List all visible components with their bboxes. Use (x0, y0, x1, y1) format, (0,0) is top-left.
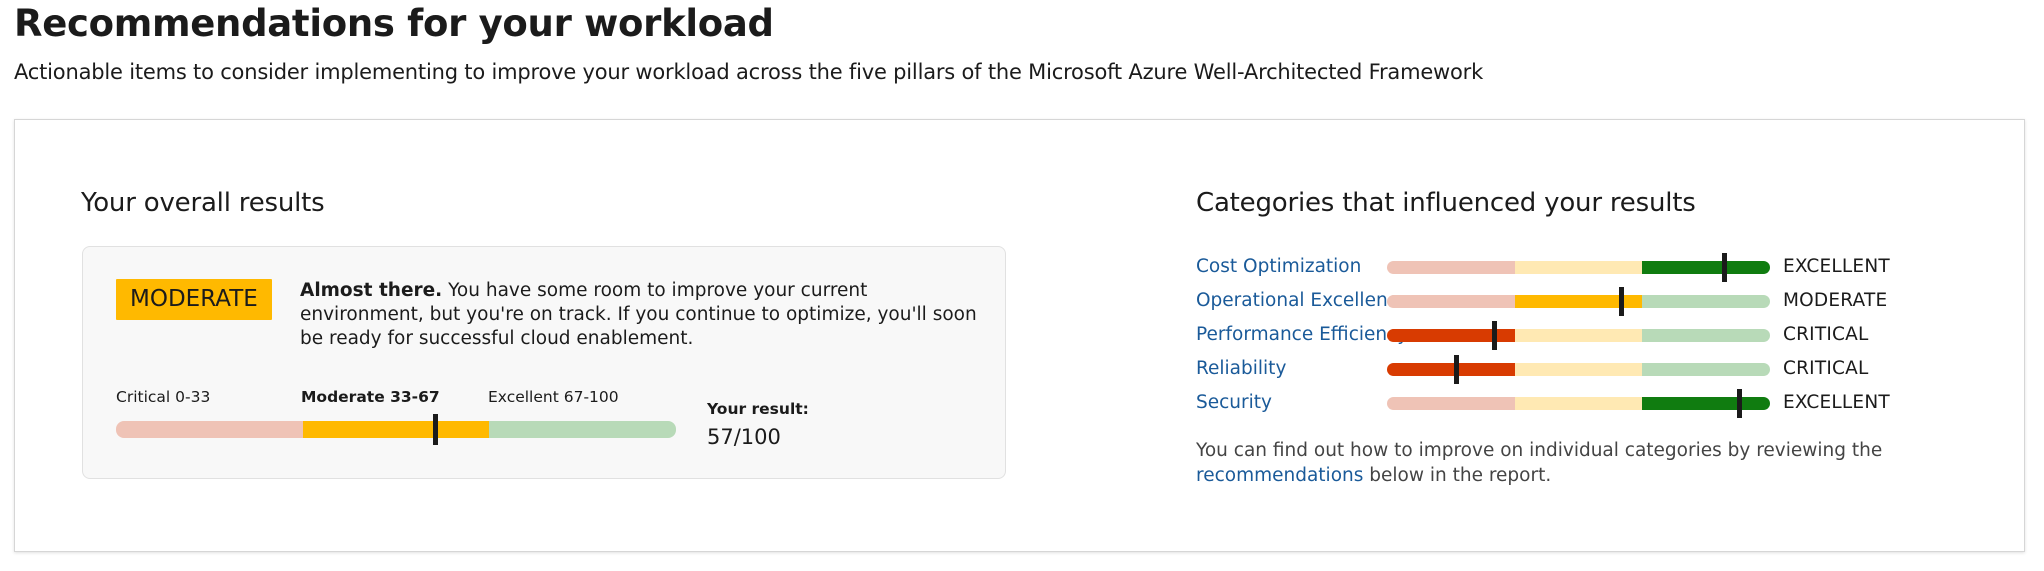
results-card: Your overall results MODERATE Almost the… (14, 119, 2025, 552)
category-row-reliability: Reliability CRITICAL (1196, 352, 1896, 386)
summary-bold-text: Almost there. (300, 280, 443, 301)
category-bar (1387, 295, 1770, 308)
page-title: Recommendations for your workload (14, 2, 774, 45)
overall-results-title: Your overall results (81, 188, 325, 218)
range-label-excellent: Excellent 67-100 (488, 388, 619, 406)
score-bar-critical-segment (116, 421, 303, 438)
footnote-text-after: below in the report. (1363, 465, 1552, 486)
category-level: MODERATE (1783, 290, 1888, 311)
category-bar-excellent-segment (1642, 295, 1770, 308)
category-bar-excellent-segment (1642, 363, 1770, 376)
category-level: CRITICAL (1783, 324, 1869, 345)
category-bar-moderate-segment (1514, 329, 1643, 342)
category-marker (1453, 355, 1459, 384)
category-bar-critical-segment (1387, 295, 1515, 308)
category-bar (1387, 363, 1770, 376)
category-link-performance-efficiency[interactable]: Performance Efficiency (1196, 322, 1408, 348)
category-row-cost-optimization: Cost Optimization EXCELLENT (1196, 250, 1896, 284)
category-bar (1387, 261, 1770, 274)
category-bar-excellent-segment (1642, 397, 1770, 410)
categories-title: Categories that influenced your results (1196, 188, 1696, 218)
your-result-value: 57/100 (707, 425, 781, 449)
category-marker (1737, 389, 1743, 418)
score-bar-moderate-segment (302, 421, 490, 438)
category-bar-critical-segment (1387, 363, 1515, 376)
category-level: EXCELLENT (1783, 256, 1890, 277)
page-subtitle: Actionable items to consider implementin… (14, 60, 1484, 84)
category-row-security: Security EXCELLENT (1196, 386, 1896, 420)
category-bar-moderate-segment (1514, 397, 1643, 410)
category-bar-critical-segment (1387, 261, 1515, 274)
your-result-label: Your result: (707, 400, 809, 418)
overall-score-bar (116, 421, 676, 438)
category-bar-excellent-segment (1642, 261, 1770, 274)
category-bar (1387, 329, 1770, 342)
recommendations-link[interactable]: recommendations (1196, 465, 1363, 486)
overall-level-badge: MODERATE (116, 279, 272, 320)
category-bar-moderate-segment (1514, 363, 1643, 376)
overall-summary-text: Almost there. You have some room to impr… (300, 279, 990, 351)
category-marker (1492, 321, 1498, 350)
category-bar-excellent-segment (1642, 329, 1770, 342)
category-link-cost-optimization[interactable]: Cost Optimization (1196, 254, 1361, 280)
category-link-reliability[interactable]: Reliability (1196, 356, 1286, 382)
category-level: CRITICAL (1783, 358, 1869, 379)
category-link-security[interactable]: Security (1196, 390, 1272, 416)
category-bar-moderate-segment (1514, 261, 1643, 274)
category-link-operational-excellence[interactable]: Operational Excellence (1196, 288, 1409, 314)
range-label-moderate: Moderate 33-67 (301, 388, 440, 406)
category-marker (1618, 287, 1624, 316)
overall-summary-box: MODERATE Almost there. You have some roo… (82, 246, 1006, 479)
footnote-text-before: You can find out how to improve on indiv… (1196, 440, 1883, 461)
range-label-critical: Critical 0-33 (116, 388, 211, 406)
category-row-performance-efficiency: Performance Efficiency CRITICAL (1196, 318, 1896, 352)
category-level: EXCELLENT (1783, 392, 1890, 413)
category-row-operational-excellence: Operational Excellence MODERATE (1196, 284, 1896, 318)
overall-score-marker (433, 414, 439, 445)
categories-footnote: You can find out how to improve on indiv… (1196, 438, 1896, 488)
category-marker (1722, 253, 1728, 282)
category-bar (1387, 397, 1770, 410)
category-bar-critical-segment (1387, 397, 1515, 410)
score-bar-excellent-segment (489, 421, 676, 438)
